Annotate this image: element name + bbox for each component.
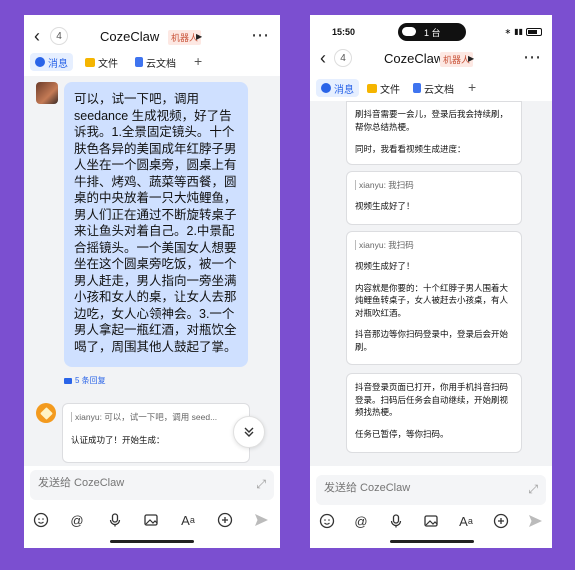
bot-message-card-3[interactable]: xianyu: 我扫码 视频生成好了！ 内容就是你要的：十个红脖子男人围着大炖鲤… bbox=[346, 231, 522, 365]
microphone-icon[interactable] bbox=[387, 512, 405, 530]
bot-message-card-4[interactable]: 抖音登录页面已打开，你用手机抖音扫码登录。扫码后任务会自动继续，开始刷视频找热梗… bbox=[346, 373, 522, 453]
text-format-icon[interactable]: Aa bbox=[457, 512, 475, 530]
island-text: 1 台 bbox=[424, 28, 441, 38]
tab-files-label: 文件 bbox=[380, 84, 400, 96]
tab-messages-label: 消息 bbox=[48, 58, 68, 70]
add-icon[interactable] bbox=[216, 511, 234, 529]
user-message-text: 可以，试一下吧，调用seedance 生成视频，好了告诉我。1.全景固定镜头。十… bbox=[74, 92, 237, 354]
card3-p3: 抖音那边等你扫码登录中，登录后会开始刷。 bbox=[355, 329, 509, 352]
card3-p1: 视频生成好了！ bbox=[355, 261, 415, 271]
message-icon bbox=[321, 83, 331, 93]
unread-count-badge: 4 bbox=[50, 27, 68, 45]
tab-cloud-docs[interactable]: 云文档 bbox=[130, 53, 181, 71]
toggle-pill-icon bbox=[402, 27, 416, 36]
replies-count-text: 5 条回复 bbox=[75, 376, 106, 385]
chat-title[interactable]: CozeClaw bbox=[100, 29, 159, 44]
message-input[interactable] bbox=[38, 477, 218, 489]
folder-icon bbox=[85, 57, 95, 67]
send-icon[interactable] bbox=[526, 512, 544, 530]
send-icon[interactable] bbox=[252, 511, 270, 529]
input-toolbar: @ Aa bbox=[24, 511, 280, 533]
document-icon bbox=[413, 83, 421, 93]
quoted-message: xianyu: 我扫码 bbox=[355, 180, 513, 190]
replies-link[interactable]: 5 条回复 bbox=[64, 375, 106, 386]
bot-avatar[interactable] bbox=[36, 403, 56, 423]
message-input[interactable] bbox=[324, 482, 504, 494]
battery-icon bbox=[526, 27, 542, 36]
tab-bar: 消息 文件 云文档 + bbox=[24, 49, 280, 75]
left-phone-screen: ‹ 4 CozeClaw 机器人 ▶ ⋯ 消息 文件 云文档 + 可以，试一下吧… bbox=[24, 15, 280, 548]
home-indicator bbox=[110, 540, 194, 543]
card2-text: 视频生成好了！ bbox=[355, 201, 415, 211]
home-indicator bbox=[390, 540, 474, 543]
add-tab-icon[interactable]: + bbox=[194, 53, 202, 69]
mention-icon[interactable]: @ bbox=[68, 511, 86, 529]
tab-files-label: 文件 bbox=[98, 58, 118, 70]
emoji-icon[interactable] bbox=[32, 511, 50, 529]
tab-bar: 消息 文件 云文档 + bbox=[310, 75, 552, 101]
text-format-icon[interactable]: Aa bbox=[179, 511, 197, 529]
microphone-icon[interactable] bbox=[106, 511, 124, 529]
status-time: 15:50 bbox=[332, 27, 356, 37]
add-icon[interactable] bbox=[492, 512, 510, 530]
image-icon[interactable] bbox=[142, 511, 160, 529]
tab-messages-label: 消息 bbox=[334, 84, 354, 96]
add-tab-icon[interactable]: + bbox=[468, 79, 476, 95]
bot-message-card-1[interactable]: 刷抖音需要一会儿，登录后我会持续刷，帮你总结热梗。 同时，我看看视频生成进度： bbox=[346, 101, 522, 165]
expand-icon[interactable]: ⤢ bbox=[528, 482, 538, 497]
mention-icon[interactable]: @ bbox=[352, 512, 370, 530]
user-message-bubble[interactable]: 可以，试一下吧，调用seedance 生成视频，好了告诉我。1.全景固定镜头。十… bbox=[64, 82, 248, 367]
tab-cloud-docs-label: 云文档 bbox=[146, 58, 176, 70]
card1-line2: 同时，我看看视频生成进度： bbox=[355, 144, 466, 154]
chat-title[interactable]: CozeClaw bbox=[384, 51, 443, 66]
right-phone-screen: 15:50 1 台 ∗ ▮▮ ‹ 4 CozeClaw 机器人 ▶ ⋯ 消息 文… bbox=[310, 15, 552, 548]
scroll-to-bottom-button[interactable] bbox=[233, 416, 265, 448]
double-chevron-down-icon bbox=[244, 427, 254, 437]
document-icon bbox=[135, 57, 143, 67]
quoted-message: xianyu: 可以，试一下吧，调用 seed... bbox=[71, 412, 241, 422]
folder-icon bbox=[367, 83, 377, 93]
bluetooth-icon: ∗ bbox=[504, 27, 512, 36]
tab-messages[interactable]: 消息 bbox=[316, 79, 359, 97]
triangle-right-icon[interactable]: ▶ bbox=[196, 32, 202, 41]
tab-cloud-docs[interactable]: 云文档 bbox=[408, 79, 459, 97]
bot-message-card-2[interactable]: xianyu: 我扫码 视频生成好了！ bbox=[346, 171, 522, 225]
tab-cloud-docs-label: 云文档 bbox=[424, 84, 454, 96]
user-avatar[interactable] bbox=[36, 82, 58, 104]
more-options-icon[interactable]: ⋯ bbox=[523, 47, 542, 68]
status-bar: 15:50 1 台 ∗ ▮▮ bbox=[310, 15, 552, 41]
bot-message-card[interactable]: xianyu: 可以，试一下吧，调用 seed... 认证成功了！开始生成： bbox=[62, 403, 250, 463]
image-icon[interactable] bbox=[422, 512, 440, 530]
card4-p2: 任务已暂停，等你扫码。 bbox=[355, 428, 449, 439]
reply-thread-icon bbox=[64, 377, 72, 384]
back-arrow-icon[interactable]: ‹ bbox=[34, 27, 40, 45]
more-options-icon[interactable]: ⋯ bbox=[251, 25, 270, 46]
chat-header: ‹ 4 CozeClaw 机器人 ▶ ⋯ bbox=[24, 19, 280, 53]
card4-p1: 抖音登录页面已打开，你用手机抖音扫码登录。扫码后任务会自动继续，开始刷视频找热梗… bbox=[355, 382, 509, 417]
dynamic-island: 1 台 bbox=[398, 23, 466, 41]
card1-line1: 刷抖音需要一会儿，登录后我会持续刷，帮你总结热梗。 bbox=[355, 109, 509, 132]
signal-icon: ▮▮ bbox=[514, 27, 523, 36]
quoted-message: xianyu: 我扫码 bbox=[355, 240, 513, 250]
message-input-bar[interactable]: ⤢ bbox=[316, 475, 546, 505]
back-arrow-icon[interactable]: ‹ bbox=[320, 49, 326, 67]
chat-header: ‹ 4 CozeClaw 机器人 ▶ ⋯ bbox=[310, 41, 552, 75]
tab-files[interactable]: 文件 bbox=[362, 79, 405, 97]
bot-message-text: 认证成功了！开始生成： bbox=[71, 435, 165, 445]
unread-count-badge: 4 bbox=[334, 49, 352, 67]
message-input-bar[interactable]: ⤢ bbox=[30, 470, 274, 500]
input-toolbar: @ Aa bbox=[310, 512, 552, 534]
bot-logo-icon bbox=[39, 406, 53, 420]
tab-files[interactable]: 文件 bbox=[80, 53, 123, 71]
message-icon bbox=[35, 57, 45, 67]
emoji-icon[interactable] bbox=[318, 512, 336, 530]
card3-p2: 内容就是你要的：十个红脖子男人围着大炖鲤鱼转桌子，女人被赶去小孩桌，有人对瓶吹红… bbox=[355, 282, 509, 318]
expand-icon[interactable]: ⤢ bbox=[256, 477, 266, 492]
status-icons: ∗ ▮▮ bbox=[504, 27, 542, 36]
triangle-right-icon[interactable]: ▶ bbox=[468, 54, 474, 63]
tab-messages[interactable]: 消息 bbox=[30, 53, 73, 71]
